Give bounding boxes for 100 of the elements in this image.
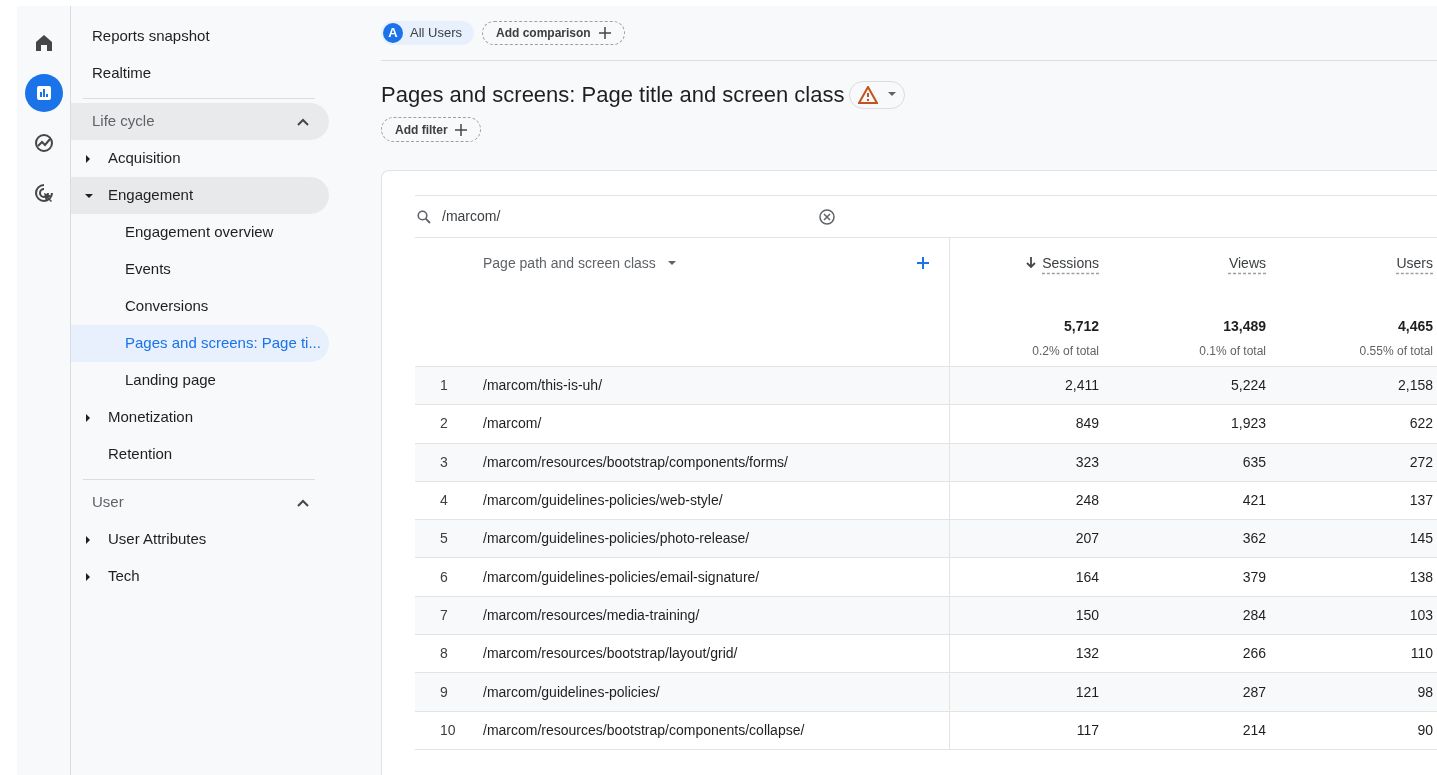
row-index: 6 (440, 567, 448, 587)
metric-cell-text: 117 (1076, 720, 1099, 740)
total-value: 4,465 (1397, 317, 1433, 336)
metric-cell-text: 5,224 (1230, 376, 1266, 396)
metric-cell-text: 103 (1409, 605, 1433, 625)
sidebar-subitem[interactable]: Pages and screens: Page ti... (71, 325, 329, 362)
row-index: 1 (440, 376, 448, 396)
sidebar-item-label: Acquisition (108, 148, 181, 169)
metric-cell-text: 849 (1075, 414, 1099, 434)
plus-icon (598, 27, 611, 39)
search-input[interactable]: /marcom/ (442, 206, 819, 227)
dropdown-arrow-icon (887, 92, 896, 97)
column-header[interactable]: Users (1396, 254, 1433, 272)
report-title: Pages and screens: Page title and screen class (381, 81, 845, 109)
sidebar-subitem[interactable]: Engagement overview (71, 214, 329, 251)
expand-arrow-icon (85, 154, 91, 163)
metric-cell-text: 164 (1075, 567, 1099, 587)
page-path-cell-text: /marcom/guidelines-policies/web-style/ (483, 491, 723, 511)
nav-rail-button[interactable] (24, 74, 63, 112)
sidebar-item[interactable]: Reports snapshot (71, 18, 329, 55)
metric-cell-text: 137 (1409, 491, 1433, 511)
metric-cell-text: 421 (1242, 491, 1266, 511)
segment-label: All Users (410, 24, 462, 43)
metric-cell-text: 635 (1242, 452, 1266, 472)
warning-icon (857, 85, 878, 104)
total-share: 0.1% of total (1199, 343, 1266, 360)
metric-cell-text: 379 (1242, 567, 1266, 587)
row-index: 8 (440, 644, 448, 664)
segment-badge: A (383, 23, 403, 43)
page-path-cell-text: /marcom/resources/bootstrap/components/collapse/ (483, 720, 805, 740)
total-share: 0.55% of total (1359, 343, 1433, 360)
row-index: 4 (440, 491, 448, 511)
sidebar-item-label: Engagement (108, 185, 194, 206)
sidebar-item[interactable]: Realtime (71, 55, 329, 92)
sidebar-item[interactable]: Engagement (71, 177, 329, 214)
page-path-cell-text: /marcom/resources/bootstrap/layout/grid/ (483, 644, 738, 664)
sidebar-item-label: Tech (108, 566, 140, 587)
section-header[interactable]: Life cycle (71, 103, 329, 140)
metric-cell-text: 248 (1075, 491, 1099, 511)
sidebar-item-label: User Attributes (108, 529, 207, 550)
collapse-arrow-icon (85, 192, 93, 199)
expand-arrow-icon (85, 572, 91, 581)
row-index: 3 (440, 452, 448, 472)
sort-arrow-icon (1026, 257, 1037, 269)
metric-cell-text: 90 (1417, 720, 1433, 740)
dropdown-arrow-icon (667, 260, 676, 266)
sidebar-item[interactable]: Acquisition (71, 140, 329, 177)
metric-cell-text: 98 (1417, 682, 1433, 702)
metric-cell-text: 362 (1242, 529, 1266, 549)
row-index: 10 (440, 720, 456, 740)
sidebar-item[interactable]: Retention (71, 436, 329, 473)
section-title: Life cycle (92, 111, 155, 132)
metric-cell-text: 150 (1075, 605, 1099, 625)
page-path-cell-text: /marcom/guidelines-policies/ (483, 682, 660, 702)
total-value: 5,712 (1063, 317, 1099, 336)
sidebar-item-label: Retention (108, 444, 173, 465)
page-path-cell-text: /marcom/guidelines-policies/photo-release/ (483, 529, 750, 549)
metric-cell-text: 145 (1409, 529, 1433, 549)
metric-cell-text: 110 (1410, 644, 1433, 664)
metric-cell-text: 323 (1075, 452, 1099, 472)
expand-arrow-icon (85, 413, 91, 422)
sidebar-item[interactable]: Monetization (71, 399, 329, 436)
metric-cell-text: 284 (1242, 605, 1266, 625)
metric-cell-text: 266 (1242, 644, 1266, 664)
metric-cell-text: 287 (1242, 682, 1266, 702)
sidebar-item[interactable]: Tech (71, 558, 329, 595)
segment-chip[interactable]: A All Users (381, 21, 474, 45)
total-value: 13,489 (1223, 317, 1266, 336)
section-header[interactable]: User (71, 484, 329, 521)
metric-cell-text: 121 (1075, 682, 1099, 702)
page-path-cell-text: /marcom/guidelines-policies/email-signature/ (483, 567, 760, 587)
row-index: 9 (440, 682, 448, 702)
row-index: 7 (440, 605, 448, 625)
sidebar-subitem[interactable]: Landing page (71, 362, 329, 399)
total-share: 0.2% of total (1032, 343, 1099, 360)
add-dimension-icon[interactable] (917, 257, 929, 269)
expand-arrow-icon (85, 535, 91, 544)
page-path-cell-text: /marcom/ (483, 414, 542, 434)
metric-cell-text: 2,158 (1397, 376, 1433, 396)
metric-cell-text: 214 (1242, 720, 1266, 740)
metric-cell-text: 622 (1409, 414, 1433, 434)
sidebar-item[interactable]: User Attributes (71, 521, 329, 558)
column-header[interactable]: Sessions (1026, 254, 1099, 272)
dimension-dropdown[interactable]: Page path and screen class (483, 254, 676, 272)
metric-cell-text: 1,923 (1230, 414, 1266, 434)
plus-icon (454, 123, 467, 136)
row-index: 2 (440, 414, 448, 434)
column-header[interactable]: Views (1228, 254, 1266, 272)
metric-cell-text: 138 (1409, 567, 1433, 587)
search-icon (417, 209, 431, 224)
sidebar-subitem[interactable]: Conversions (71, 288, 329, 325)
page-path-cell-text: /marcom/resources/media-training/ (483, 605, 700, 625)
sidebar-subitem[interactable]: Events (71, 251, 329, 288)
metric-cell-text: 132 (1075, 644, 1099, 664)
section-title: User (92, 492, 124, 513)
clear-icon[interactable] (819, 208, 835, 225)
metric-cell-text: 272 (1409, 452, 1433, 472)
page-path-cell-text: /marcom/this-is-uh/ (483, 376, 603, 396)
metric-cell-text: 2,411 (1065, 376, 1099, 396)
row-index: 5 (440, 529, 448, 549)
